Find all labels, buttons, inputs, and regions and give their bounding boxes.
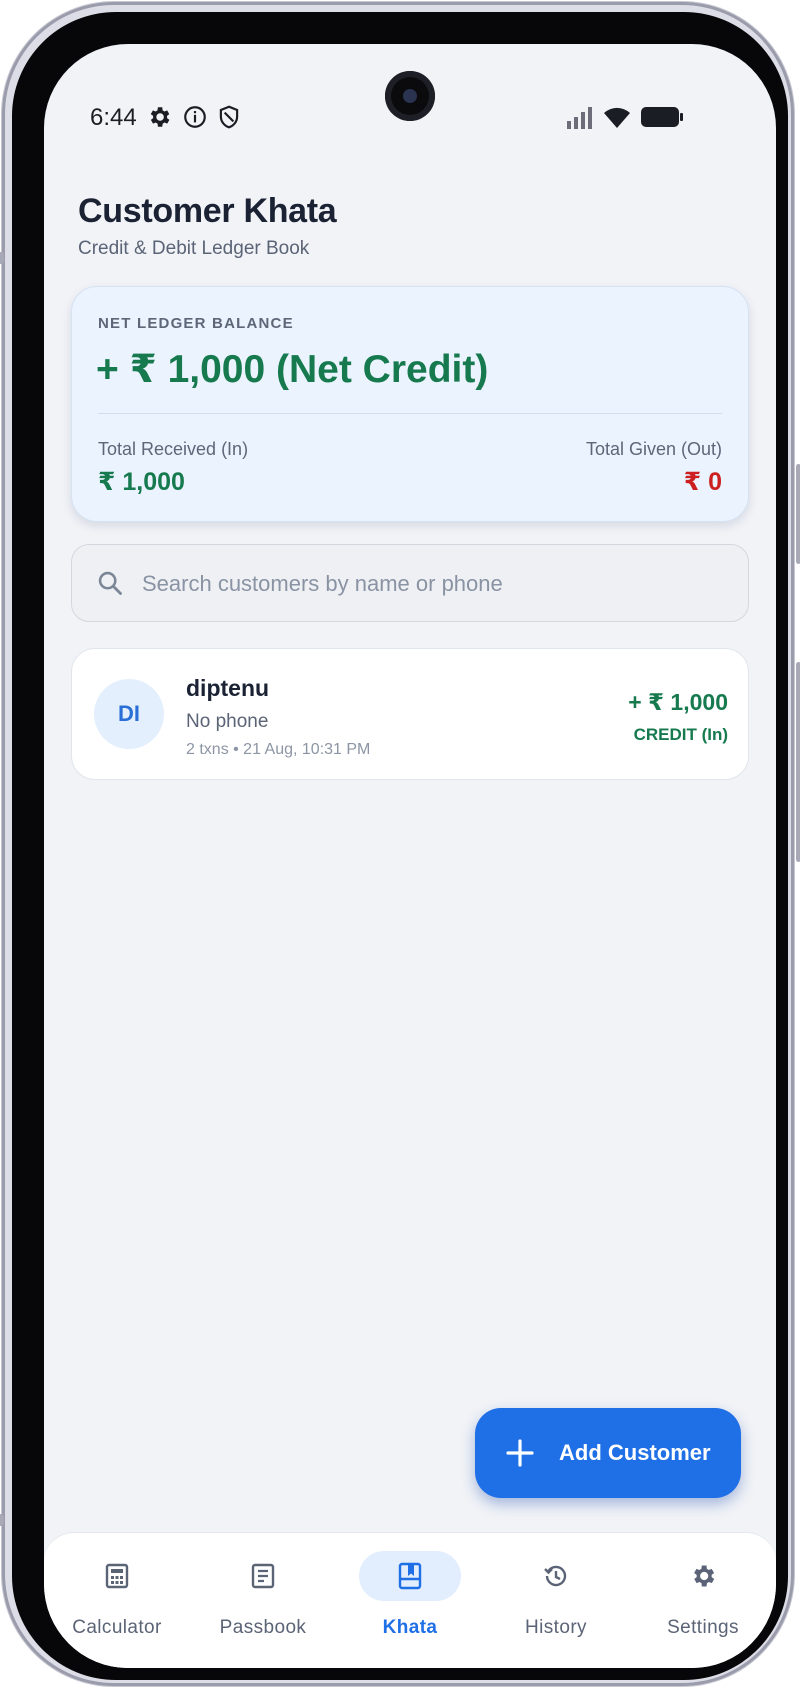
khata-book-icon [398, 1562, 422, 1590]
nav-label: Passbook [219, 1617, 307, 1638]
nav-khata[interactable]: Khata [337, 1533, 483, 1643]
customer-meta: 2 txns • 21 Aug, 10:31 PM [186, 741, 371, 758]
search-icon [98, 571, 122, 595]
app-screen: 6:44 Customer Khata Credit & Debit Ledge… [44, 44, 776, 1668]
search-bar[interactable] [71, 544, 749, 623]
total-received-value: ₹ 1,000 [98, 468, 185, 496]
info-icon [184, 106, 206, 128]
add-customer-button[interactable]: Add Customer [475, 1408, 741, 1498]
customer-phone: No phone [186, 711, 269, 732]
net-balance-amount: + ₹ 1,000 (Net Credit) [96, 348, 489, 391]
power-button [796, 662, 800, 862]
customer-name: diptenu [186, 675, 270, 701]
settings-icon [694, 1565, 715, 1587]
search-input[interactable] [140, 545, 734, 623]
nav-label: History [525, 1617, 587, 1638]
battery-icon [641, 107, 683, 127]
customer-avatar: DI [94, 679, 164, 749]
nav-label: Khata [382, 1617, 438, 1638]
total-received-label: Total Received (In) [98, 439, 249, 459]
add-customer-label: Add Customer [559, 1440, 711, 1465]
customer-balance-type: CREDIT (In) [633, 725, 728, 744]
status-bar: 6:44 [44, 44, 776, 131]
nav-label: Settings [667, 1617, 739, 1638]
nav-calculator[interactable]: Calculator [44, 1533, 190, 1643]
page-subtitle: Credit & Debit Ledger Book [78, 238, 310, 259]
nav-settings[interactable]: Settings [630, 1533, 776, 1643]
customer-list-item[interactable]: DI diptenu No phone 2 txns • 21 Aug, 10:… [71, 648, 749, 780]
nav-passbook[interactable]: Passbook [190, 1533, 336, 1643]
nav-label: Calculator [72, 1617, 162, 1638]
front-camera [385, 71, 435, 121]
total-given-value: ₹ 0 [683, 468, 722, 496]
volume-button [796, 464, 800, 564]
plus-icon [506, 1439, 534, 1467]
phone-frame: 6:44 Customer Khata Credit & Debit Ledge… [0, 2, 800, 1686]
bottom-navigation: Calculator Passbook Khata History Settin… [44, 1532, 776, 1668]
side-button [0, 252, 4, 264]
net-balance-label: NET LEDGER BALANCE [98, 315, 294, 332]
nav-history[interactable]: History [483, 1533, 629, 1643]
history-icon [544, 1565, 567, 1587]
calculator-icon [105, 1563, 129, 1589]
net-balance-card: NET LEDGER BALANCE + ₹ 1,000 (Net Credit… [71, 286, 749, 522]
side-button [0, 1514, 4, 1526]
shield-icon [219, 105, 239, 129]
wifi-icon [604, 107, 630, 128]
phone-bezel: 6:44 Customer Khata Credit & Debit Ledge… [12, 12, 788, 1680]
signal-icon [567, 107, 592, 129]
divider [98, 413, 722, 414]
customer-balance: + ₹ 1,000 [628, 689, 728, 715]
page-title: Customer Khata [78, 192, 337, 230]
passbook-icon [251, 1563, 275, 1589]
settings-gear-icon [150, 107, 170, 127]
status-time: 6:44 [90, 104, 137, 131]
total-given-label: Total Given (Out) [585, 439, 722, 459]
